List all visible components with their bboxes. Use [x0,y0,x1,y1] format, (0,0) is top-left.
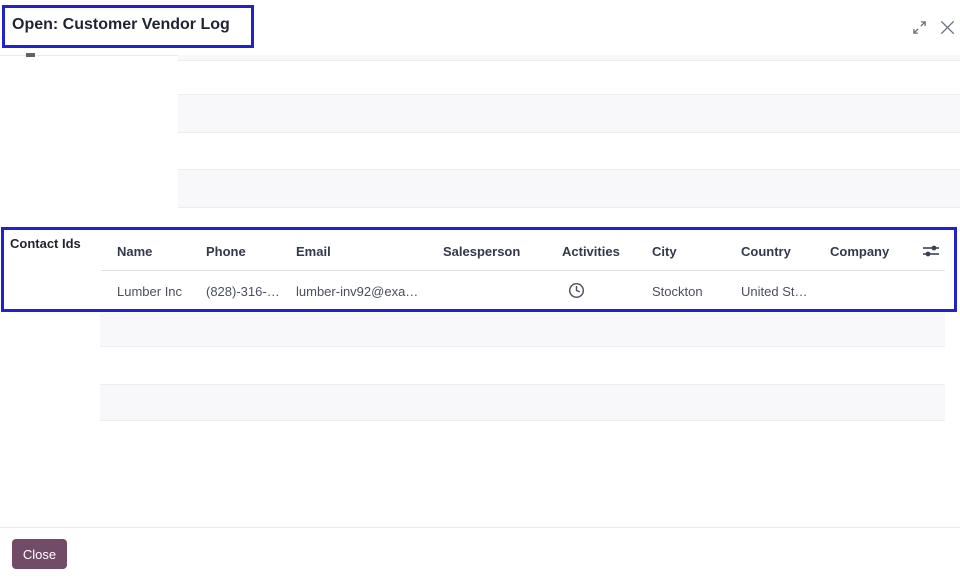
empty-row-stripe [178,55,960,61]
expand-icon [912,20,927,35]
field-label-contact-ids: Contact Ids [10,236,81,251]
cell-country: United St… [741,284,807,299]
column-header-company[interactable]: Company [830,244,889,259]
column-header-activities[interactable]: Activities [562,244,620,259]
column-header-salesperson[interactable]: Salesperson [443,244,520,259]
cutoff-text-fragment [26,53,35,57]
column-header-name[interactable]: Name [117,244,152,259]
sliders-icon [922,244,940,258]
cell-phone: (828)-316-… [206,284,280,299]
cell-city: Stockton [652,284,703,299]
activity-button[interactable] [566,280,586,300]
modal-title: Open: Customer Vendor Log [12,16,230,34]
cell-name: Lumber Inc [117,284,182,299]
empty-row-stripe [178,94,960,133]
column-header-country[interactable]: Country [741,244,791,259]
column-header-city[interactable]: City [652,244,677,259]
modal-dialog: Open: Customer Vendor Log Contact Ids [0,0,960,577]
table-row[interactable]: Lumber Inc (828)-316-… lumber-inv92@exa…… [100,271,945,310]
expand-button[interactable] [908,16,930,38]
modal-footer: Close [0,527,960,577]
cell-email: lumber-inv92@exa… [296,284,418,299]
optional-columns-button[interactable] [921,243,941,259]
empty-row-stripe [100,313,945,347]
close-dialog-button[interactable] [936,16,958,38]
column-header-phone[interactable]: Phone [206,244,246,259]
empty-row-stripe [178,169,960,208]
column-header-email[interactable]: Email [296,244,331,259]
close-icon [939,19,956,36]
empty-row-stripe [100,384,945,421]
modal-header: Open: Customer Vendor Log [0,0,960,56]
clock-icon [568,282,585,299]
close-button[interactable]: Close [12,539,67,569]
